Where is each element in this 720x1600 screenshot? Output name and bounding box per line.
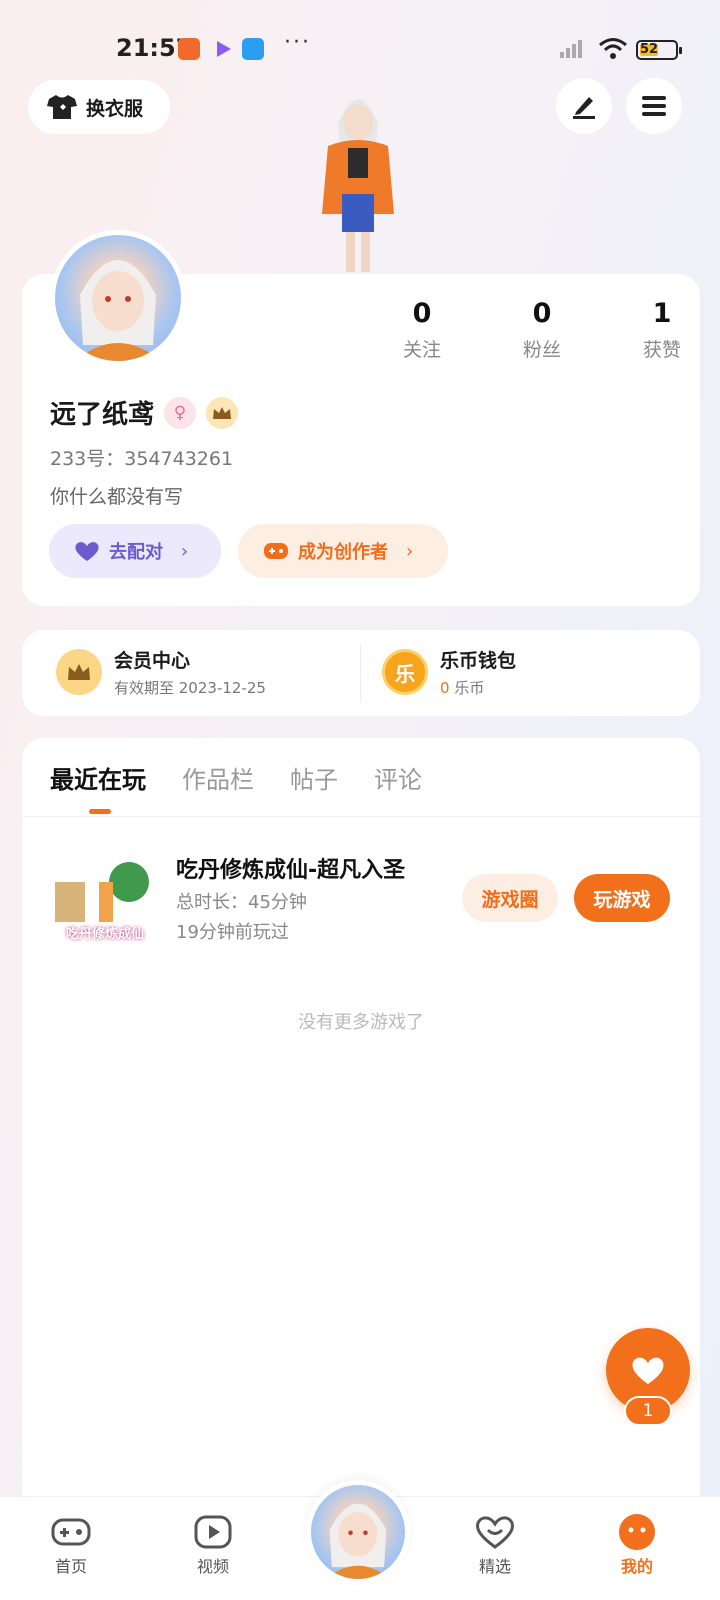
- game-circle-button[interactable]: 游戏圈: [462, 874, 558, 922]
- become-creator-button[interactable]: 成为创作者 ›: [238, 524, 448, 578]
- stat-label: 关注: [402, 339, 441, 361]
- stat-followers[interactable]: 0 粉丝: [482, 298, 602, 362]
- avatar-character[interactable]: [298, 84, 418, 274]
- coin-icon: 乐: [382, 649, 428, 695]
- tab-posts[interactable]: 帖子: [290, 760, 338, 795]
- nav-home-label: 首页: [54, 1557, 87, 1576]
- video-app-icon: [212, 38, 234, 60]
- heart-icon: [75, 542, 99, 561]
- nav-home[interactable]: 首页: [26, 1511, 116, 1577]
- nav-featured-label: 精选: [478, 1557, 511, 1576]
- chevron-right-icon: ›: [406, 540, 414, 562]
- heart-icon: [632, 1357, 664, 1384]
- play-icon: [194, 1515, 232, 1549]
- nav-video-label: 视频: [196, 1557, 229, 1576]
- wallet-title: 乐币钱包: [440, 650, 517, 672]
- nav-mine-label: 我的: [620, 1557, 653, 1576]
- crown-icon: [56, 649, 102, 695]
- tab-recent[interactable]: 最近在玩: [50, 760, 146, 795]
- user-name: 远了纸鸢: [50, 400, 155, 430]
- gamepad-icon: [51, 1518, 91, 1546]
- nav-video[interactable]: 视频: [168, 1511, 258, 1577]
- nav-mine[interactable]: 我的: [592, 1511, 682, 1577]
- female-icon: ♀: [164, 396, 197, 429]
- profile-card: 0 关注 0 粉丝 1 获赞 远了纸鸢 ♀ 233号：354743261 你什么…: [22, 230, 700, 606]
- message-app-icon: [242, 38, 264, 60]
- user-bio: 你什么都没有写: [50, 486, 184, 508]
- wardrobe-button[interactable]: 换衣服: [28, 80, 170, 134]
- game-duration: 总时长：45分钟: [176, 892, 307, 913]
- stat-value: 0: [412, 298, 432, 329]
- menu-button[interactable]: [626, 78, 682, 134]
- game-last-played: 19分钟前玩过: [176, 922, 289, 943]
- edit-button[interactable]: [556, 78, 612, 134]
- creator-label: 成为创作者: [298, 542, 388, 563]
- more-notifications-icon: ···: [284, 30, 311, 55]
- vip-expiry: 有效期至 2023-12-25: [114, 679, 266, 697]
- play-game-button[interactable]: 玩游戏: [574, 874, 670, 922]
- user-id: 233号：354743261: [50, 448, 234, 470]
- divider: [360, 644, 361, 702]
- stat-label: 获赞: [642, 339, 681, 361]
- profile-name-row: 远了纸鸢 ♀: [50, 394, 239, 431]
- tab-bar: 最近在玩 作品栏 帖子 评论: [50, 760, 422, 795]
- pen-icon: [573, 97, 595, 119]
- smile-icon: [619, 1514, 655, 1550]
- wallet-unit: 乐币: [454, 679, 485, 697]
- avatar[interactable]: [50, 230, 186, 366]
- game-name[interactable]: 吃丹修炼成仙-超凡入圣: [176, 852, 405, 884]
- wardrobe-label: 换衣服: [86, 97, 144, 120]
- stat-value: 1: [652, 298, 672, 329]
- stat-label: 粉丝: [522, 339, 561, 361]
- vip-center-entry[interactable]: 会员中心 有效期至 2023-12-25: [56, 646, 266, 698]
- game-thumbnail[interactable]: 吃丹修炼成仙: [49, 842, 161, 954]
- tab-works[interactable]: 作品栏: [182, 760, 254, 795]
- battery-icon: 52: [636, 40, 682, 60]
- tab-comments[interactable]: 评论: [374, 760, 422, 795]
- tshirt-icon: [47, 95, 77, 119]
- nav-featured[interactable]: 精选: [450, 1511, 540, 1577]
- nav-avatar-button[interactable]: [306, 1480, 410, 1584]
- stat-likes[interactable]: 1 获赞: [602, 298, 720, 362]
- camera-app-icon: [178, 38, 200, 60]
- chevron-right-icon: ›: [181, 540, 189, 562]
- gamepad-icon: [264, 543, 288, 559]
- match-button[interactable]: 去配对 ›: [49, 524, 221, 578]
- match-label: 去配对: [109, 542, 163, 563]
- battery-level: 52: [640, 42, 659, 57]
- avatar: [311, 1485, 405, 1579]
- wallet-amount: 0: [440, 679, 450, 697]
- stats-row: 0 关注 0 粉丝 1 获赞: [362, 298, 720, 362]
- no-more-text: 没有更多游戏了: [298, 1012, 424, 1033]
- thumbnail-title: 吃丹修炼成仙: [65, 927, 144, 942]
- wallet-entry[interactable]: 乐 乐币钱包 0 乐币: [382, 646, 516, 698]
- divider: [22, 816, 700, 817]
- stat-following[interactable]: 0 关注: [362, 298, 482, 362]
- vip-wallet-card: 会员中心 有效期至 2023-12-25 乐 乐币钱包 0 乐币: [22, 630, 700, 716]
- vip-title: 会员中心: [114, 650, 191, 672]
- tab-indicator: [89, 809, 111, 814]
- wifi-icon: [599, 38, 627, 59]
- heart-icon: [476, 1516, 514, 1549]
- stat-value: 0: [532, 298, 552, 329]
- crown-icon[interactable]: [206, 396, 239, 429]
- menu-icon: [642, 96, 666, 116]
- like-count-badge: 1: [624, 1396, 672, 1426]
- content-card: 最近在玩 作品栏 帖子 评论 吃丹修炼成仙 吃丹修炼成仙-超凡入圣 总时长：45…: [22, 738, 700, 1518]
- signal-icon: [560, 40, 582, 58]
